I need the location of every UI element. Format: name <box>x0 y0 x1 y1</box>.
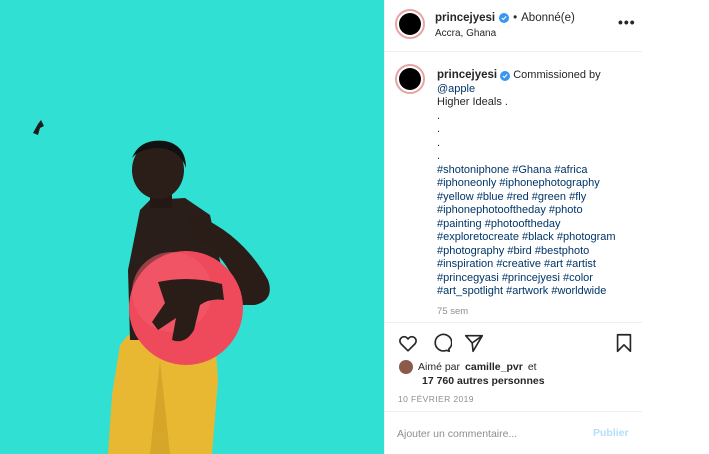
caption-text-line: . <box>437 109 441 122</box>
bullet-separator: • <box>513 12 518 24</box>
liker-username[interactable]: camille_pvr <box>465 361 523 373</box>
verified-badge-icon <box>500 71 511 81</box>
hashtag-line[interactable]: #photography #bird #bestphoto <box>437 245 637 259</box>
caption-text-line: . <box>437 150 441 162</box>
caption-line: princejyesi Commissioned by <box>437 69 637 83</box>
comment-input[interactable] <box>397 426 577 442</box>
verified-badge-icon <box>499 13 510 23</box>
likes-others-count[interactable]: 17 760 autres personnes <box>422 375 545 387</box>
caption-text-line: Higher Ideals . <box>437 96 508 108</box>
caption-text-line: . <box>437 136 441 149</box>
post-header: princejyesi • Abonné(e) Accra, Ghana ••• <box>385 0 643 52</box>
likes-prefix: Aimé par <box>418 361 461 373</box>
hashtag-line[interactable]: #painting #photooftheday <box>437 218 637 232</box>
author-avatar[interactable] <box>395 9 425 39</box>
post-photo[interactable] <box>0 0 384 454</box>
hashtag-line[interactable]: #exploretocreate #black #photogram <box>437 231 637 245</box>
like-heart-icon[interactable] <box>397 332 419 354</box>
likes-suffix: et <box>527 361 537 373</box>
hashtag-line[interactable]: #princegyasi #princejyesi #color <box>437 272 637 286</box>
follow-status-button[interactable]: Abonné(e) <box>521 12 575 24</box>
caption-author-avatar[interactable] <box>395 64 425 94</box>
hashtag-line[interactable]: #art_spotlight #artwork #worldwide <box>437 285 637 299</box>
post-caption: princejyesi Commissioned by @apple Highe… <box>385 52 643 322</box>
likes-summary: Aimé par camille_pvr et <box>399 360 537 374</box>
hashtag-line[interactable]: #inspiration #creative #art #artist <box>437 258 637 272</box>
share-paper-plane-icon[interactable] <box>463 332 485 354</box>
post-image <box>0 0 384 454</box>
header-name-row: princejyesi • Abonné(e) <box>435 12 575 24</box>
hashtag-line[interactable]: #iphoneonly #iphonephotography <box>437 177 637 191</box>
post-location[interactable]: Accra, Ghana <box>435 28 496 39</box>
page-background <box>642 0 709 454</box>
post-date: 10 FÉVRIER 2019 <box>398 394 474 404</box>
hashtag-line[interactable]: #shotoniphone #Ghana #africa <box>437 164 637 178</box>
comment-icon[interactable] <box>430 332 452 354</box>
author-username[interactable]: princejyesi <box>435 12 495 24</box>
caption-text-line: Commissioned by <box>513 69 601 81</box>
liker-avatar[interactable] <box>399 360 413 374</box>
caption-username[interactable]: princejyesi <box>437 69 497 81</box>
more-options-icon[interactable]: ••• <box>618 14 636 30</box>
hashtag-line[interactable]: #iphonephotooftheday #photo <box>437 204 637 218</box>
save-bookmark-icon[interactable] <box>613 332 635 354</box>
mention-link[interactable]: @apple <box>437 83 637 97</box>
hashtag-line[interactable]: #yellow #blue #red #green #fly <box>437 191 637 205</box>
caption-text: princejyesi Commissioned by @apple Highe… <box>437 69 637 299</box>
publish-button[interactable]: Publier <box>593 427 629 439</box>
caption-time-ago: 75 sem <box>437 306 469 317</box>
post-details-panel: princejyesi • Abonné(e) Accra, Ghana •••… <box>384 0 643 454</box>
comment-bar: Publier <box>385 411 643 454</box>
caption-text-line: . <box>437 123 441 135</box>
